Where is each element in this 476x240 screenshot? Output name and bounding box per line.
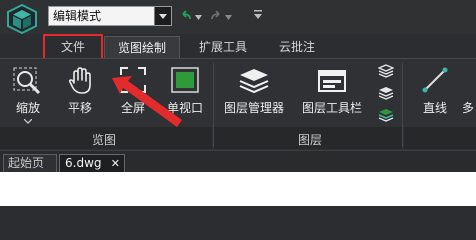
- single-viewport-button[interactable]: 单视口: [162, 59, 208, 123]
- line-label: 直线: [422, 101, 447, 115]
- fullscreen-label: 全屏: [120, 101, 145, 115]
- layer-toolbar-icon: [317, 67, 347, 99]
- line-icon: [422, 67, 448, 97]
- layers-icon: [238, 67, 270, 99]
- zoom-label: 缩放: [15, 101, 40, 115]
- fullscreen-button[interactable]: 全屏: [112, 59, 154, 123]
- zoom-button[interactable]: 缩放: [6, 59, 50, 126]
- undo-dropdown-icon[interactable]: [195, 12, 202, 24]
- pan-button[interactable]: 平移: [58, 59, 102, 123]
- group-divider: [402, 63, 403, 147]
- layer-manager-button[interactable]: 图层管理器: [218, 59, 290, 123]
- polyline-button[interactable]: 多: [462, 59, 476, 123]
- tab-cloud-annotate[interactable]: 云批注: [266, 36, 328, 58]
- single-viewport-icon: [171, 67, 199, 97]
- customize-toolbar-icon[interactable]: [254, 10, 262, 23]
- group-bar-draw: [404, 127, 476, 149]
- layer-toolbar-button[interactable]: 图层工具栏: [296, 59, 368, 123]
- redo-icon[interactable]: [210, 10, 222, 25]
- fullscreen-icon: [120, 67, 146, 97]
- document-tab-bar: 起始页 6.dwg ✕: [0, 150, 476, 172]
- ribbon-panel: 缩放 平移 全屏 单视口 图层管理器 图层工具栏 直线 多 览图 图层: [0, 58, 476, 151]
- doc-tab-start-page[interactable]: 起始页: [3, 154, 57, 172]
- tab-extend-tools[interactable]: 扩展工具: [188, 36, 258, 58]
- doc-tab-drawing[interactable]: 6.dwg ✕: [59, 154, 125, 172]
- group-label-layer: 图层: [298, 133, 323, 147]
- workspace-mode-value: 编辑模式: [53, 9, 102, 23]
- zoom-dropdown-icon[interactable]: [23, 117, 33, 126]
- quick-access-bar: 编辑模式: [0, 0, 476, 35]
- undo-icon[interactable]: [180, 10, 192, 25]
- app-logo-icon: [6, 3, 38, 35]
- group-label-view: 览图: [92, 133, 117, 147]
- workspace-mode-select[interactable]: 编辑模式: [48, 6, 172, 26]
- drawing-canvas[interactable]: [0, 172, 476, 206]
- zoom-icon: [13, 67, 43, 99]
- tab-view-draw[interactable]: 览图绘制: [104, 36, 180, 58]
- hand-icon: [68, 67, 92, 99]
- line-button[interactable]: 直线: [412, 59, 458, 123]
- layer-toolbar-label: 图层工具栏: [301, 101, 362, 115]
- close-icon[interactable]: ✕: [111, 155, 120, 172]
- polyline-label: 多: [462, 101, 475, 115]
- layer-iso-icon[interactable]: [377, 63, 395, 83]
- layer-lock-icon[interactable]: [378, 107, 394, 127]
- layer-freeze-icon[interactable]: [378, 85, 394, 105]
- single-viewport-label: 单视口: [166, 101, 203, 115]
- redo-dropdown-icon[interactable]: [225, 12, 232, 24]
- chevron-down-icon[interactable]: [154, 7, 171, 25]
- layer-manager-label: 图层管理器: [223, 101, 284, 115]
- pan-label: 平移: [67, 101, 92, 115]
